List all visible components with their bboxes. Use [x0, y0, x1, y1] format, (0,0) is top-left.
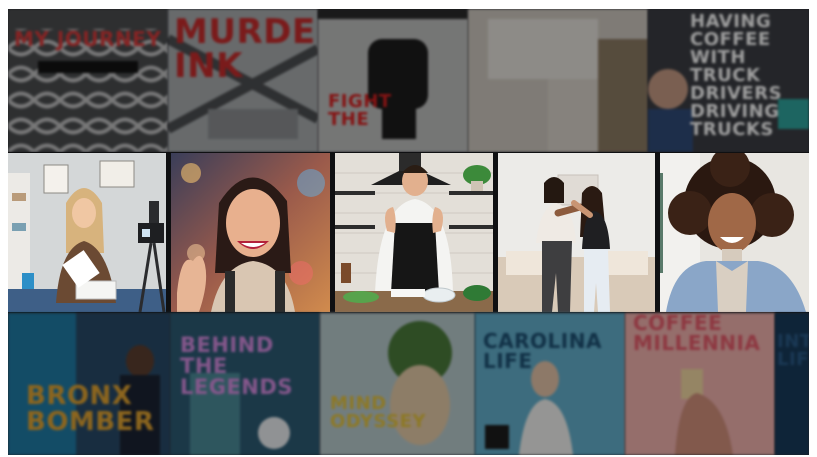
cover-behind-the-legends: BEHIND THE LEGENDS [170, 313, 320, 455]
cover-title: BEHIND THE LEGENDS [180, 333, 293, 399]
cover-title: CAROLINA LIFE [483, 329, 602, 373]
cover-coffee-millennia: COFFEE MILLENNIA [625, 313, 775, 455]
cover-title: BRONX BOMBER [26, 381, 155, 437]
creator-video-unboxing[interactable] [8, 153, 166, 312]
cover-truck-drivers: HAVING COFFEE WITH TRUCK DRIVERS DRIVING… [648, 9, 809, 152]
cover-title: COFFEE MILLENNIA [633, 313, 761, 355]
cover-mind-odyssey: MIND ODYSSEY [320, 313, 475, 455]
creator-thumbnail-collage: MY JOURNEY MURDER INK FIGHT THE [8, 9, 809, 455]
cover-title: FIGHT THE [328, 91, 392, 130]
dance-duo-illustration [498, 153, 655, 312]
cover-fight-the: FIGHT THE [318, 9, 468, 152]
featured-creator-row [8, 152, 809, 313]
creator-video-vlog-selfie[interactable] [171, 153, 330, 312]
cover-title: MURDER INK [174, 12, 318, 86]
unboxing-creator-illustration [8, 153, 166, 312]
vlog-creator-illustration [171, 153, 330, 312]
chef-creator-illustration [335, 153, 493, 312]
cover-title: HAVING COFFEE WITH TRUCK DRIVERS DRIVING… [690, 11, 783, 140]
creator-video-chef[interactable] [335, 153, 493, 312]
cover-carolina-life: CAROLINA LIFE [475, 313, 625, 455]
cover-title: MIND ODYSSEY [330, 393, 426, 432]
cover-bronx-bomber: BRONX BOMBER [8, 313, 170, 455]
curly-hair-creator-illustration [660, 153, 809, 312]
cover-int-lif: INT LIF [775, 313, 809, 455]
cover-murder-ink: MURDER INK [168, 9, 318, 152]
creator-video-dance-duo[interactable] [498, 153, 655, 312]
cover-title: MY JOURNEY [14, 27, 162, 51]
cover-title: INT LIF [777, 331, 809, 370]
cover-my-journey: MY JOURNEY [8, 9, 168, 152]
top-cover-row: MY JOURNEY MURDER INK FIGHT THE [8, 9, 809, 152]
cover-room [468, 9, 648, 152]
creator-video-curly-hair[interactable] [660, 153, 809, 312]
bottom-cover-row: BRONX BOMBER BEHIND THE LEGENDS MIND ODY… [8, 313, 809, 455]
